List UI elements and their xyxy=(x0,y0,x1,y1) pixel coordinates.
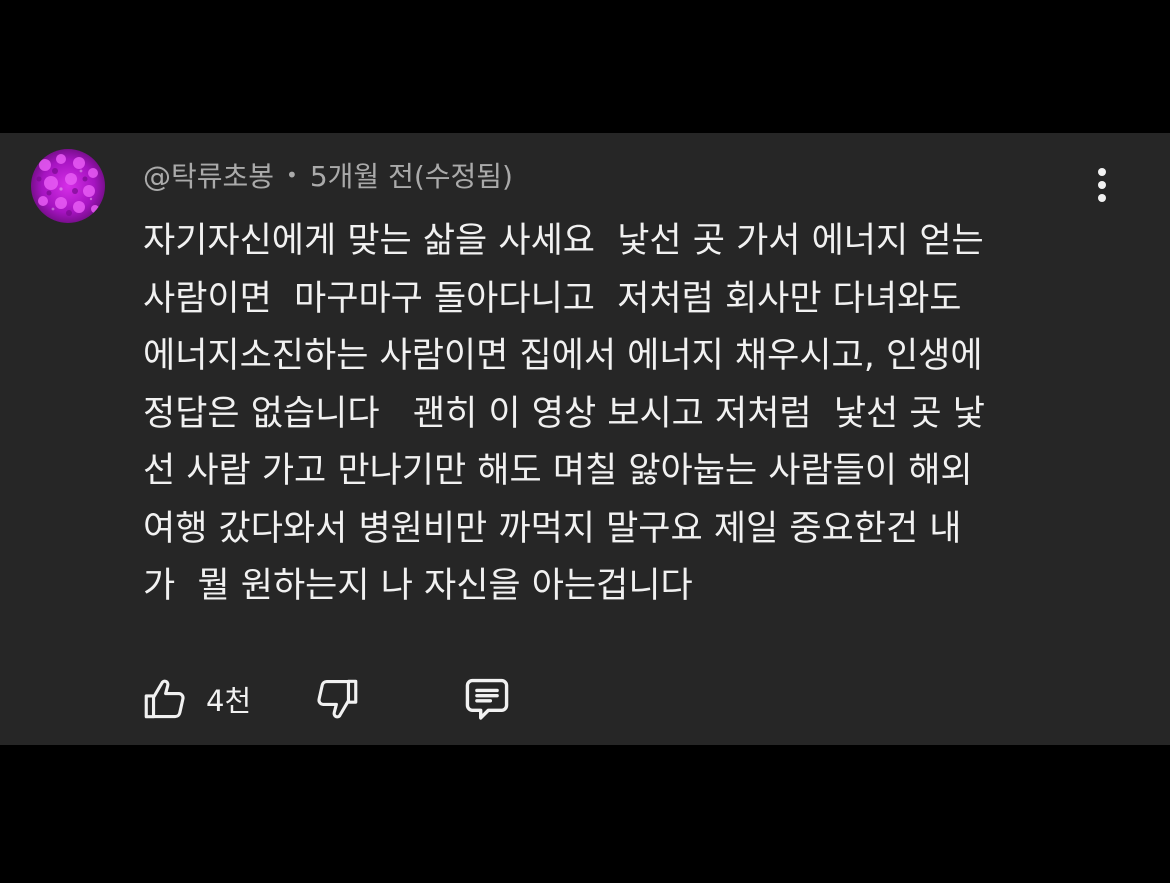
comment-timestamp[interactable]: 5개월 전(수정됨) xyxy=(310,155,513,195)
menu-dot xyxy=(1098,168,1106,176)
meta-separator: • xyxy=(286,163,298,187)
comment-line: 정답은 없습니다 괜히 이 영상 보시고 저처럼 낯선 곳 낯 xyxy=(143,393,985,434)
comment-line: 사람이면 마구마구 돌아다니고 저처럼 회사만 다녀와도 xyxy=(143,278,962,319)
more-vertical-icon[interactable] xyxy=(1084,161,1120,209)
comment-actions: 4천 xyxy=(140,671,540,727)
comment-line: 가 뭘 원하는지 나 자신을 아는겁니다 xyxy=(143,566,693,606)
comment-meta: @탁류초봉 • 5개월 전(수정됨) xyxy=(143,155,513,195)
flower-avatar-image xyxy=(31,149,105,223)
dislike-button[interactable] xyxy=(312,671,362,727)
author-handle[interactable]: @탁류초봉 xyxy=(143,155,274,195)
like-count: 4천 xyxy=(206,684,252,718)
reply-button[interactable] xyxy=(460,671,514,727)
menu-dot xyxy=(1098,194,1106,202)
menu-dot xyxy=(1098,181,1106,189)
comment-line: 자기자신에게 맞는 삶을 사세요 낯선 곳 가서 에너지 얻는 xyxy=(143,221,984,261)
comment-icon xyxy=(465,678,509,720)
thumbs-down-icon xyxy=(317,679,358,719)
comment-line: 선 사람 가고 만나기만 해도 며칠 앓아눕는 사람들이 해외 xyxy=(143,451,973,491)
comment-card: @탁류초봉 • 5개월 전(수정됨) 자기자신에게 맞는 삶을 사세요 낯선 곳… xyxy=(0,133,1170,745)
like-button[interactable]: 4천 xyxy=(140,671,251,727)
avatar[interactable] xyxy=(31,149,105,223)
comment-text: 자기자신에게 맞는 삶을 사세요 낯선 곳 가서 에너지 얻는사람이면 마구마구… xyxy=(143,213,1103,616)
comment-line: 에너지소진하는 사람이면 집에서 에너지 채우시고, 인생에 xyxy=(143,336,983,376)
thumbs-up-icon xyxy=(144,679,185,719)
comment-line: 여행 갔다와서 병원비만 까먹지 말구요 제일 중요한건 내 xyxy=(143,508,962,549)
